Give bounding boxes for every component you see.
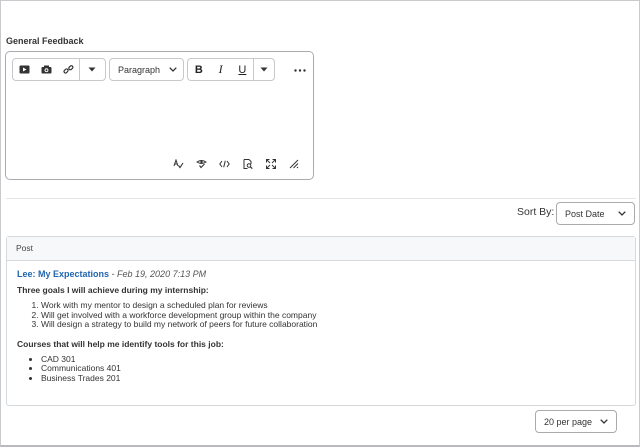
list-item: Will design a strategy to build my netwo… bbox=[41, 320, 625, 330]
goals-list: Work with my mentor to design a schedule… bbox=[41, 300, 625, 330]
accessibility-icon bbox=[196, 160, 207, 169]
section-divider bbox=[6, 198, 636, 199]
spellcheck-button[interactable] bbox=[167, 156, 190, 172]
post-body: Three goals I will achieve during my int… bbox=[17, 285, 625, 384]
post-heading-courses: Courses that will help me identify tools… bbox=[17, 338, 224, 349]
insert-more-dropdown[interactable] bbox=[80, 59, 104, 80]
table-row: Lee: My Expectations - Feb 19, 2020 7:13… bbox=[7, 261, 635, 392]
list-item: Communications 401 bbox=[41, 364, 625, 374]
post-title-link[interactable]: Lee: My Expectations bbox=[17, 269, 109, 279]
per-page-select[interactable]: 20 per page bbox=[535, 410, 617, 433]
insert-video-button[interactable] bbox=[13, 59, 35, 80]
preview-icon bbox=[243, 159, 253, 169]
preview-button[interactable] bbox=[236, 156, 259, 172]
chevron-down-icon bbox=[618, 211, 626, 216]
underline-icon: U bbox=[238, 63, 247, 76]
sort-by-label: Sort By: bbox=[517, 206, 555, 218]
chevron-down-icon bbox=[169, 67, 177, 72]
sort-by-select[interactable]: Post Date bbox=[556, 202, 635, 225]
video-icon bbox=[19, 65, 29, 74]
format-more-dropdown[interactable] bbox=[254, 59, 274, 80]
paragraph-style-select[interactable]: Paragraph bbox=[109, 58, 184, 81]
caret-down-icon bbox=[88, 67, 96, 72]
fullscreen-icon bbox=[265, 159, 276, 169]
caret-down-icon bbox=[260, 67, 268, 72]
resize-handle[interactable] bbox=[282, 156, 305, 172]
italic-button[interactable]: I bbox=[210, 59, 232, 80]
bold-icon: B bbox=[194, 63, 203, 76]
courses-list: CAD 301 Communications 401 Business Trad… bbox=[41, 354, 625, 384]
feedback-editor: Paragraph B I U bbox=[5, 51, 314, 180]
source-code-button[interactable] bbox=[213, 156, 236, 172]
sort-by-value: Post Date bbox=[565, 208, 605, 219]
format-toolbar-group: B I U bbox=[187, 58, 275, 81]
feedback-text-area[interactable] bbox=[10, 86, 310, 198]
list-item: Business Trades 201 bbox=[41, 373, 625, 384]
general-feedback-label: General Feedback bbox=[6, 36, 84, 46]
table-header-post: Post bbox=[7, 237, 635, 261]
post-meta: - Feb 19, 2020 7:13 PM bbox=[109, 269, 207, 279]
fullscreen-button[interactable] bbox=[259, 156, 282, 172]
insert-link-button[interactable] bbox=[57, 59, 79, 80]
posts-table: Post Lee: My Expectations - Feb 19, 2020… bbox=[6, 236, 636, 406]
paragraph-style-value: Paragraph bbox=[118, 64, 161, 75]
camera-icon bbox=[41, 65, 51, 74]
post-title-line: Lee: My Expectations - Feb 19, 2020 7:13… bbox=[17, 269, 625, 279]
post-heading-goals: Three goals I will achieve during my int… bbox=[17, 285, 209, 295]
list-item: CAD 301 bbox=[41, 354, 625, 365]
underline-button[interactable]: U bbox=[232, 59, 254, 80]
resize-icon bbox=[289, 159, 298, 169]
more-options-button[interactable] bbox=[290, 61, 310, 79]
insert-toolbar-group bbox=[12, 58, 106, 81]
italic-icon: I bbox=[218, 62, 223, 76]
link-icon bbox=[62, 65, 73, 74]
editor-bottom-toolbar bbox=[167, 156, 305, 172]
accessibility-check-button[interactable] bbox=[190, 156, 213, 172]
spellcheck-icon bbox=[173, 159, 184, 169]
bold-button[interactable]: B bbox=[188, 59, 210, 80]
insert-image-button[interactable] bbox=[35, 59, 57, 80]
chevron-down-icon bbox=[600, 419, 608, 424]
ellipsis-icon bbox=[294, 68, 306, 72]
code-icon bbox=[219, 160, 230, 168]
per-page-value: 20 per page bbox=[544, 416, 593, 427]
